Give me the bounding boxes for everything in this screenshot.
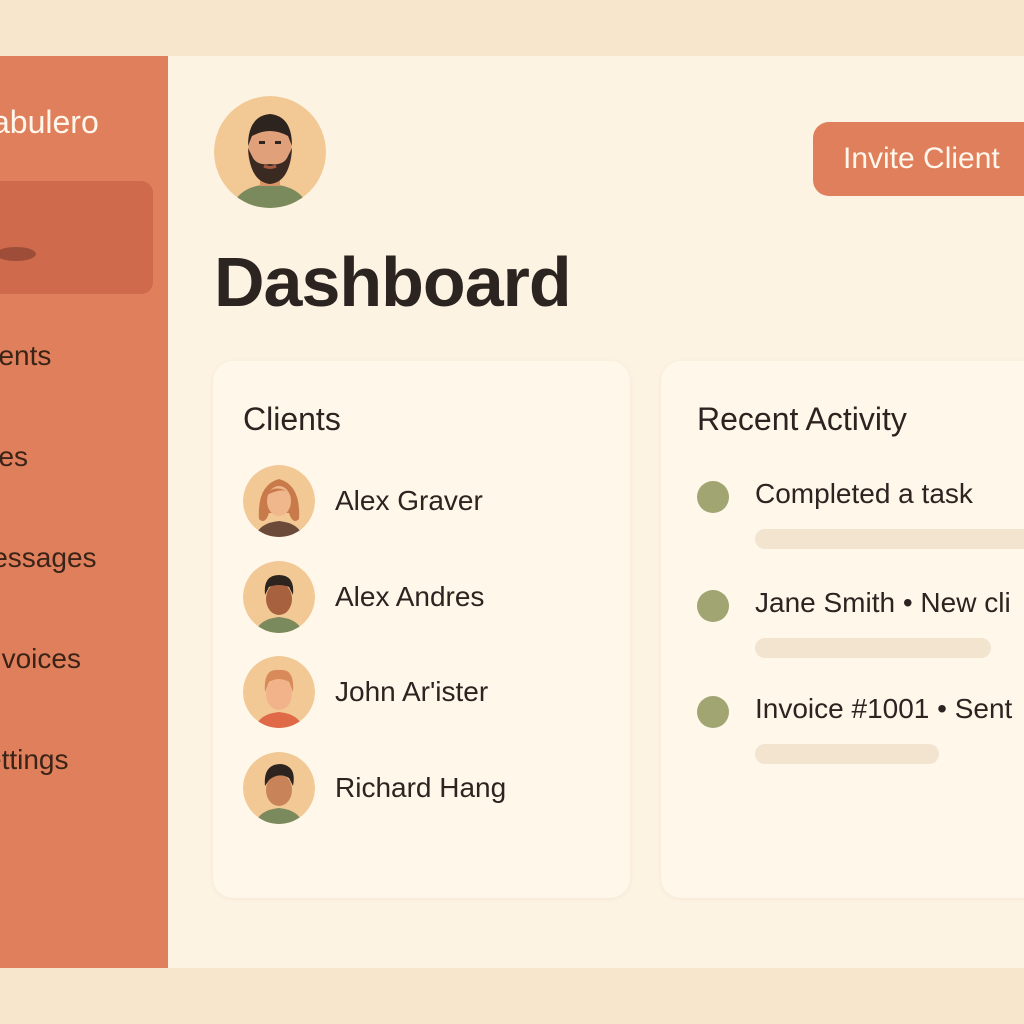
user-avatar[interactable] [214,96,326,208]
sidebar-item-invoices[interactable]: nvoices [0,643,81,675]
activity-placeholder-bar [755,744,939,764]
activity-item[interactable]: Invoice #1001 • Sent [697,693,1024,776]
client-avatar [243,752,315,824]
activity-item[interactable]: Completed a task [697,478,1024,561]
activity-placeholder-bar [755,529,1024,549]
activity-text: Completed a task [755,478,973,509]
sidebar-item-messages[interactable]: lessages [0,542,97,574]
clients-card: Clients Alex Graver Alex Andres John Ar'… [213,361,630,898]
client-avatar [243,561,315,633]
page-title: Dashboard [214,243,572,321]
sidebar-item-settings[interactable]: ettings [0,744,69,776]
recent-activity-title: Recent Activity [697,401,907,437]
client-name: Alex Andres [335,581,485,612]
client-name: Richard Hang [335,772,507,803]
sidebar-item-files[interactable]: iles [0,441,28,473]
activity-item[interactable]: Jane Smith • New cli [697,587,1024,670]
sidebar-item-dashboard[interactable] [0,181,153,294]
sidebar: abulero lients iles lessages nvoices ett… [0,56,168,968]
dashboard-icon [0,247,36,261]
client-name: Alex Graver [335,485,483,516]
app-window: abulero lients iles lessages nvoices ett… [0,56,1024,968]
client-row[interactable]: Alex Andres [243,561,603,633]
client-avatar [243,465,315,537]
invite-client-button[interactable]: Invite Client [813,122,1024,196]
client-name: John Ar'ister [335,676,489,707]
activity-placeholder-bar [755,638,991,658]
status-dot-icon [697,481,729,513]
client-row[interactable]: Richard Hang [243,752,603,824]
client-row[interactable]: Alex Graver [243,465,603,537]
brand-name: abulero [0,104,99,140]
recent-activity-card: Recent Activity Completed a task Jane Sm… [661,361,1024,898]
activity-text: Invoice #1001 • Sent [755,693,1013,724]
status-dot-icon [697,590,729,622]
client-avatar [243,656,315,728]
activity-text: Jane Smith • New cli [755,587,1011,618]
status-dot-icon [697,696,729,728]
sidebar-item-clients[interactable]: lients [0,340,51,372]
clients-card-title: Clients [243,401,341,437]
client-row[interactable]: John Ar'ister [243,656,603,728]
